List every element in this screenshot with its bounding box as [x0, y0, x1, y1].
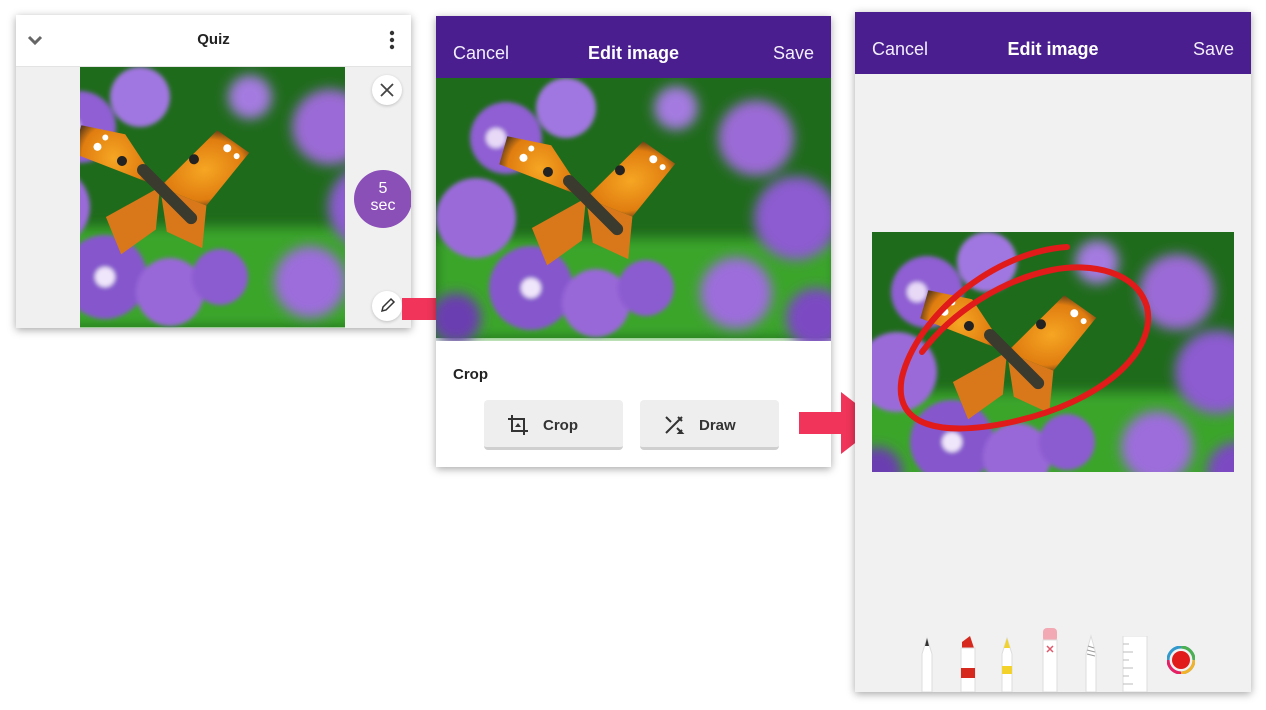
close-button[interactable] — [372, 75, 402, 105]
highlighter-tool-icon[interactable] — [999, 636, 1015, 692]
eraser-tool-icon[interactable] — [1041, 628, 1059, 692]
draw-panel: Cancel Edit image Save — [855, 12, 1251, 692]
draw-button-label: Draw — [699, 417, 736, 434]
drawing-toolbar — [911, 622, 1211, 692]
quiz-card: Quiz 5 sec — [16, 15, 411, 328]
pencil-icon — [380, 297, 396, 313]
draw-title: Edit image — [1007, 39, 1099, 59]
close-icon — [380, 83, 394, 97]
edit-image-preview — [436, 78, 831, 341]
draw-canvas[interactable] — [872, 232, 1234, 472]
marker-tool-icon[interactable] — [959, 634, 977, 692]
timer-unit: sec — [370, 197, 396, 214]
edit-image-button[interactable] — [372, 291, 402, 321]
draw-button[interactable]: Draw — [640, 400, 779, 450]
quiz-title: Quiz — [197, 31, 230, 48]
timer-value: 5 — [378, 180, 388, 197]
draw-header: Cancel Edit image Save — [855, 12, 1251, 74]
section-label: Crop — [453, 366, 488, 383]
draw-tools-icon — [665, 416, 685, 434]
color-picker-icon[interactable] — [1167, 646, 1195, 674]
timer-badge: 5 sec — [354, 170, 411, 228]
vertical-dots-icon[interactable] — [387, 29, 397, 51]
save-button[interactable]: Save — [773, 43, 814, 64]
ruler-tool-icon[interactable] — [1121, 636, 1149, 692]
edit-header: Cancel Edit image Save — [436, 16, 831, 78]
crop-button[interactable]: Crop — [484, 400, 623, 450]
edit-image-panel: Cancel Edit image Save Crop Crop Draw — [436, 16, 831, 467]
edit-title: Edit image — [587, 43, 680, 63]
quiz-image — [80, 67, 345, 328]
save-button[interactable]: Save — [1193, 39, 1234, 60]
quiz-header: Quiz — [16, 15, 411, 67]
pencil-tool-icon[interactable] — [1083, 634, 1099, 692]
crop-button-label: Crop — [543, 417, 578, 434]
pen-tool-icon[interactable] — [919, 636, 935, 692]
crop-icon — [508, 415, 528, 435]
